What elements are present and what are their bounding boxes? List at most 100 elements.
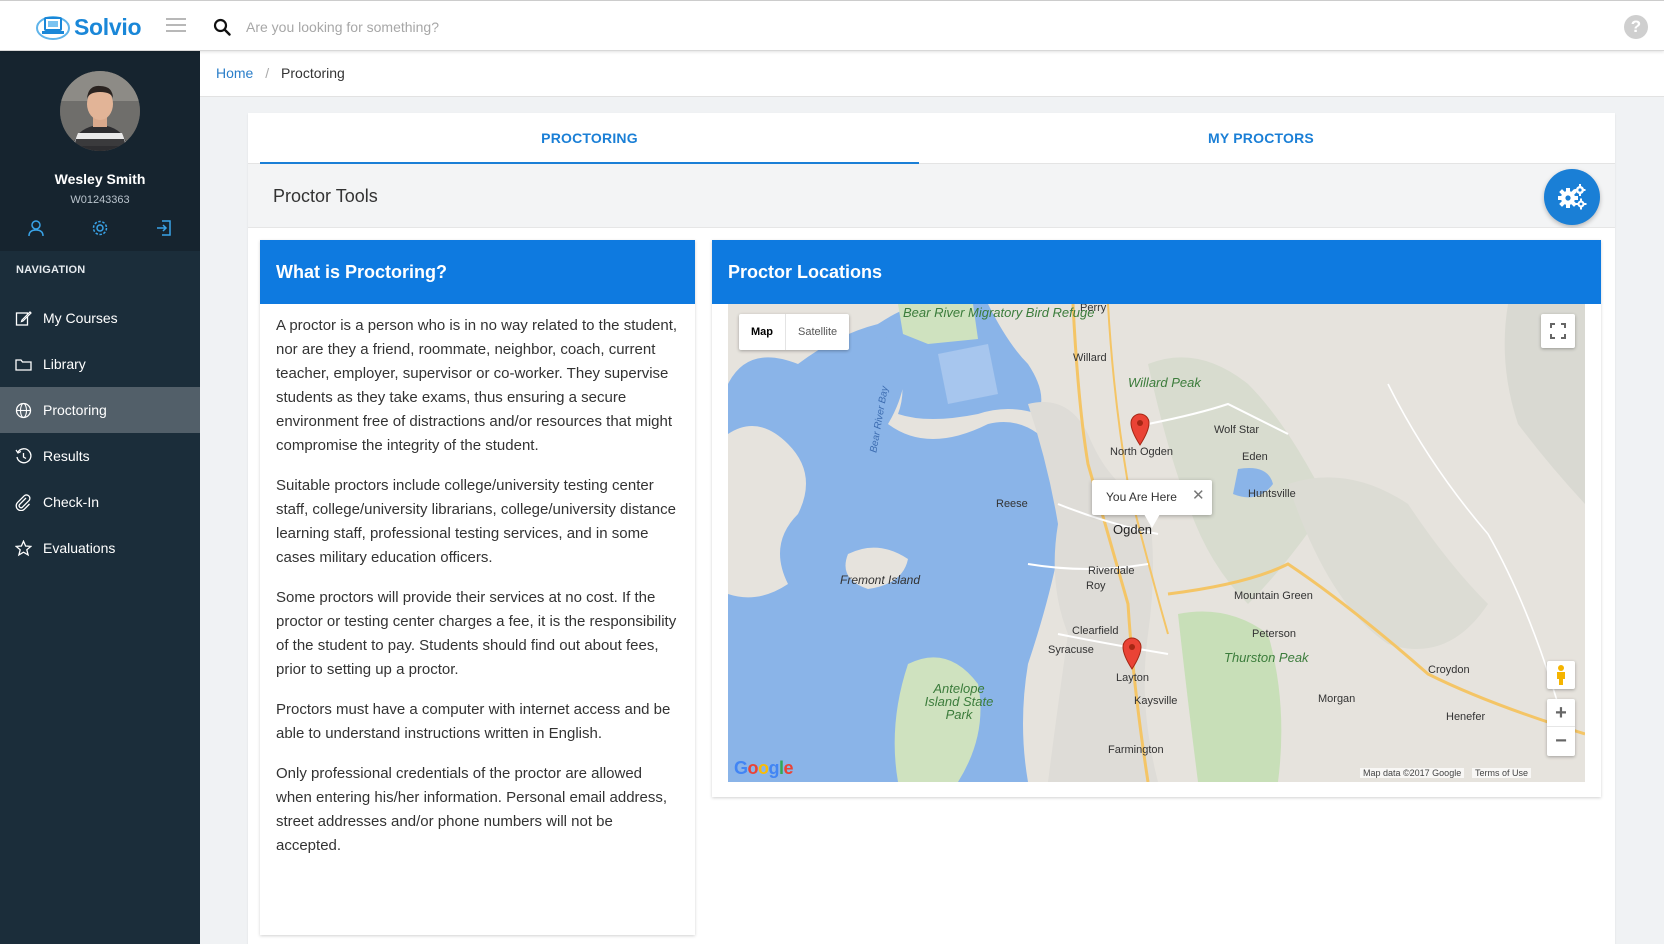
map-type-satellite-button[interactable]: Satellite: [786, 314, 849, 350]
map-label: Perry: [1080, 304, 1107, 314]
map-label: Wolf Star: [1214, 424, 1260, 436]
sidebar-item-label: Library: [43, 356, 86, 372]
zoom-out-button[interactable]: −: [1547, 727, 1575, 755]
breadcrumb-separator: /: [265, 65, 270, 81]
menu-toggle-icon[interactable]: [166, 18, 186, 34]
map-label: Willard Peak: [1128, 375, 1201, 390]
google-logo: Google: [734, 758, 794, 778]
paragraph: Some proctors will provide their service…: [276, 589, 677, 678]
zoom-control: + −: [1547, 699, 1575, 756]
map-label: Farmington: [1108, 744, 1164, 756]
app-name: Solvio: [74, 13, 142, 40]
map-label: Layton: [1116, 672, 1150, 684]
street-view-button[interactable]: [1547, 661, 1575, 689]
map-label: Reese: [996, 498, 1028, 510]
sidebar-item-evaluations[interactable]: Evaluations: [0, 525, 200, 571]
user-icon[interactable]: [27, 219, 45, 237]
zoom-in-button[interactable]: +: [1547, 699, 1575, 727]
map-attribution: Map data ©2017 Google: [1360, 768, 1465, 778]
map-label: Thurston Peak: [1224, 650, 1309, 665]
sidebar-item-label: Results: [43, 448, 90, 464]
edit-icon: [15, 310, 32, 326]
map-label: Bear River Migratory Bird Refuge: [903, 305, 1095, 320]
map-label: Morgan: [1318, 693, 1356, 705]
sidebar-item-label: My Courses: [43, 310, 118, 326]
globe-icon: [15, 402, 32, 418]
map-label: Antelope Island State Park: [924, 681, 994, 722]
user-name: Wesley Smith: [54, 171, 146, 187]
close-icon[interactable]: ✕: [1192, 488, 1205, 504]
map-type-control: Map Satellite: [739, 314, 850, 350]
pegman-icon: [1557, 665, 1565, 685]
map-terms-link[interactable]: Terms of Use: [1472, 768, 1532, 778]
content-area: What is Proctoring? A proctor is a perso…: [248, 228, 1615, 944]
map-label: Eden: [1242, 451, 1268, 463]
map-label: Henefer: [1446, 711, 1486, 723]
breadcrumb: Home / Proctoring: [200, 51, 1664, 97]
sidebar-item-label: Evaluations: [43, 540, 116, 556]
map-label: Syracuse: [1048, 644, 1094, 656]
breadcrumb-current: Proctoring: [281, 65, 345, 81]
what-is-proctoring-panel: What is Proctoring? A proctor is a perso…: [260, 240, 695, 935]
map-label: North Ogden: [1110, 446, 1173, 458]
help-icon[interactable]: ?: [1624, 15, 1648, 39]
location-pin-icon[interactable]: [1121, 636, 1143, 670]
tools-title: Proctor Tools: [273, 186, 378, 206]
map-label: Clearfield: [1072, 625, 1119, 637]
tab-my-proctors[interactable]: MY PROCTORS: [919, 113, 1603, 164]
sidebar-item-proctoring[interactable]: Proctoring: [0, 387, 200, 433]
map-label: Roy: [1086, 580, 1106, 592]
paragraph: Proctors must have a computer with inter…: [276, 701, 671, 742]
proctor-locations-panel: Proctor Locations Bear River Migratory B…: [712, 240, 1601, 797]
paperclip-icon: [15, 493, 31, 511]
sidebar-item-label: Check-In: [43, 494, 100, 510]
popup-text: You Are Here: [1106, 490, 1177, 504]
gears-icon: [1558, 184, 1587, 210]
map-label: Riverdale: [1088, 565, 1135, 577]
proctoring-card: PROCTORING MY PROCTORS Proctor Tools Wha…: [248, 113, 1615, 944]
sidebar-item-library[interactable]: Library: [0, 341, 200, 387]
fullscreen-button[interactable]: [1541, 314, 1575, 348]
map-type-map-button[interactable]: Map: [739, 314, 786, 350]
tab-bar: PROCTORING MY PROCTORS: [248, 113, 1615, 164]
sidebar-item-label: Proctoring: [43, 402, 107, 418]
paragraph: Suitable proctors include college/univer…: [276, 477, 676, 566]
search-icon: [213, 18, 231, 36]
locations-map[interactable]: Bear River Migratory Bird Refuge Perry W…: [728, 304, 1585, 782]
map-label: Peterson: [1252, 628, 1297, 640]
folder-icon: [15, 358, 32, 371]
sidebar-item-check-in[interactable]: Check-In: [0, 479, 200, 525]
map-label: Croydon: [1428, 664, 1470, 676]
user-profile: Wesley Smith W01243363: [0, 51, 200, 251]
settings-icon[interactable]: [91, 219, 109, 237]
fullscreen-icon: [1550, 323, 1566, 339]
logout-icon[interactable]: [155, 219, 173, 237]
map-label: Fremont Island: [840, 573, 921, 587]
logo-icon: [36, 16, 70, 40]
tools-bar: Proctor Tools: [248, 164, 1615, 228]
search-input[interactable]: [246, 15, 846, 39]
map-label: Huntsville: [1248, 488, 1296, 500]
app-logo[interactable]: Solvio: [36, 12, 142, 42]
paragraph: Only professional credentials of the pro…: [276, 765, 668, 854]
star-icon: [15, 539, 32, 556]
breadcrumb-home-link[interactable]: Home: [216, 65, 253, 81]
tab-proctoring[interactable]: PROCTORING: [260, 113, 919, 164]
avatar[interactable]: [60, 71, 140, 151]
top-bar: Solvio ?: [0, 0, 1664, 51]
panel-title: What is Proctoring?: [260, 240, 695, 304]
location-pin-icon[interactable]: [1129, 412, 1151, 446]
map-label: Willard: [1073, 352, 1107, 364]
paragraph: A proctor is a person who is in no way r…: [276, 317, 678, 454]
user-id: W01243363: [70, 194, 130, 206]
map-label: Kaysville: [1134, 695, 1178, 707]
history-icon: [15, 447, 32, 463]
map-label: Mountain Green: [1234, 590, 1313, 602]
sidebar: Wesley Smith W01243363 NAVIGATION My Cou…: [0, 51, 200, 944]
nav-heading: NAVIGATION: [16, 264, 86, 276]
sidebar-item-results[interactable]: Results: [0, 433, 200, 479]
settings-fab-button[interactable]: [1544, 169, 1600, 225]
you-are-here-popup: You Are Here ✕: [1092, 480, 1212, 528]
sidebar-item-my-courses[interactable]: My Courses: [0, 295, 200, 341]
panel-title: Proctor Locations: [712, 240, 1601, 304]
